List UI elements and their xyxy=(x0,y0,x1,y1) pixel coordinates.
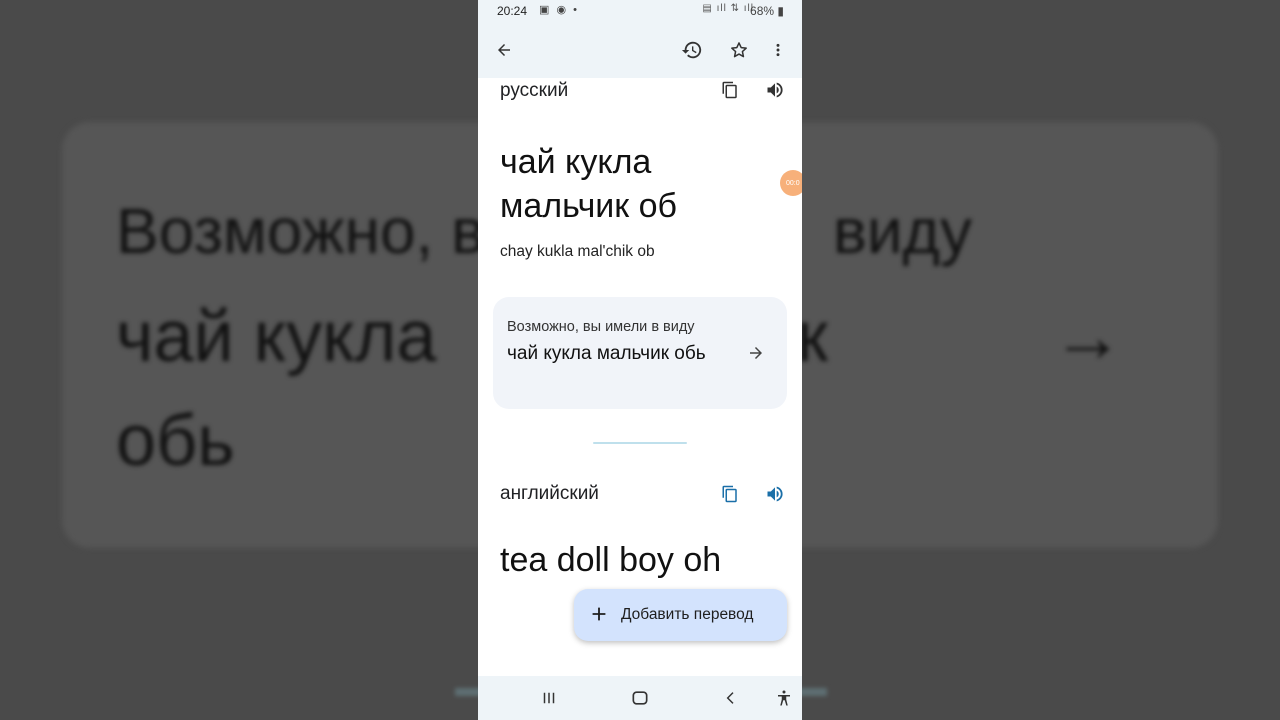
background-arrow-icon: → xyxy=(1052,297,1124,377)
battery-indicator: 68% ▮ xyxy=(750,4,784,18)
recent-apps-icon[interactable] xyxy=(533,682,565,714)
signal-icons: ▤ ıll ⇅ ıll xyxy=(702,3,754,14)
status-bar: 20:24 ▣ ◉ • ▤ ıll ⇅ ıll 68% ▮ xyxy=(478,0,802,22)
star-icon[interactable] xyxy=(723,34,755,66)
top-app-bar xyxy=(478,22,802,78)
speaker-source-icon[interactable] xyxy=(761,76,789,104)
add-translation-button[interactable]: Добавить перевод xyxy=(574,589,787,641)
suggestion-text: чай кукла мальчик обь xyxy=(507,343,706,364)
nav-back-icon[interactable] xyxy=(715,682,747,714)
transliteration-text: chay kukla mal'chik ob xyxy=(500,243,655,260)
history-icon[interactable] xyxy=(676,34,708,66)
notification-icons: ▣ ◉ • xyxy=(539,4,579,16)
background-text-line3: обь xyxy=(116,401,235,481)
phone-screen: 20:24 ▣ ◉ • ▤ ıll ⇅ ıll 68% ▮ русский ча… xyxy=(478,0,802,720)
plus-icon xyxy=(588,601,610,632)
target-language-label: английский xyxy=(500,483,599,504)
translation-text[interactable]: tea doll boy oh xyxy=(500,541,721,580)
home-icon[interactable] xyxy=(624,682,656,714)
system-navigation-bar xyxy=(478,676,802,720)
copy-translation-icon[interactable] xyxy=(716,480,744,508)
source-text[interactable]: чай кукла мальчик об xyxy=(500,140,780,228)
source-language-label: русский xyxy=(500,80,569,101)
arrow-right-icon[interactable] xyxy=(740,337,772,369)
more-vert-icon[interactable] xyxy=(762,34,794,66)
did-you-mean-card[interactable]: Возможно, вы имели в виду чай кукла маль… xyxy=(493,297,787,409)
speaker-translation-icon[interactable] xyxy=(761,480,789,508)
did-you-mean-label: Возможно, вы имели в виду xyxy=(507,319,695,335)
add-translation-label: Добавить перевод xyxy=(621,606,754,623)
copy-source-icon[interactable] xyxy=(716,76,744,104)
section-divider xyxy=(593,442,687,444)
status-time: 20:24 xyxy=(497,4,528,18)
back-arrow-icon[interactable] xyxy=(488,34,520,66)
accessibility-icon[interactable] xyxy=(768,682,800,714)
recording-indicator: 00:0 xyxy=(780,170,802,196)
